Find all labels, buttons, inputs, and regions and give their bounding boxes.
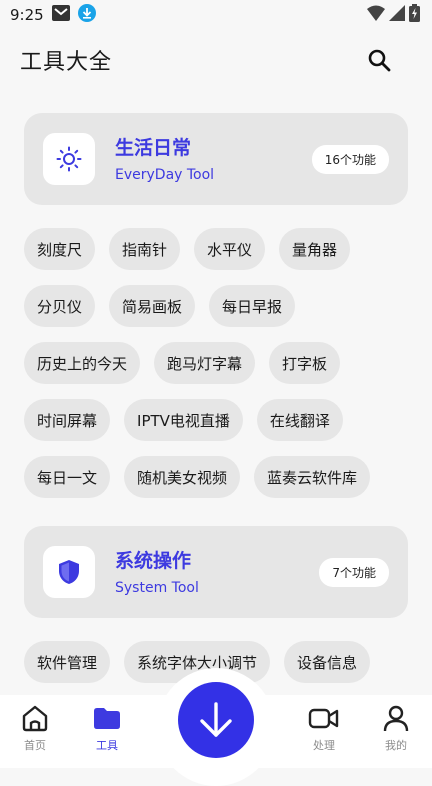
nav-label: 处理 <box>313 739 335 752</box>
download-notification-icon <box>77 4 96 26</box>
search-icon <box>368 49 391 72</box>
tool-chip-device-info[interactable]: 设备信息 <box>284 641 371 683</box>
tool-chip-marquee[interactable]: 跑马灯字幕 <box>154 342 256 384</box>
tool-chip-daily-article[interactable]: 每日一文 <box>24 456 111 498</box>
tool-chip-daily-news[interactable]: 每日早报 <box>209 285 296 327</box>
nav-label: 我的 <box>385 739 407 752</box>
tool-chip-translate[interactable]: 在线翻译 <box>256 399 343 441</box>
sun-icon <box>56 146 82 172</box>
category-card-everyday[interactable]: 生活日常 EveryDay Tool 16个功能 <box>24 113 408 205</box>
category-title: 系统操作 <box>115 550 192 572</box>
category-subtitle: EveryDay Tool <box>115 167 215 183</box>
nav-item-tools[interactable]: 工具 <box>77 703 137 753</box>
arrow-down-icon <box>200 702 232 737</box>
shield-icon <box>59 560 79 584</box>
download-fab-button[interactable] <box>178 682 254 758</box>
status-bar: 9:25 <box>0 0 432 30</box>
battery-icon <box>409 4 420 26</box>
folder-icon <box>94 708 120 729</box>
search-button[interactable] <box>366 47 392 73</box>
category-icon-box <box>43 133 95 185</box>
status-time: 9:25 <box>10 6 44 24</box>
mail-icon <box>51 5 70 25</box>
page-title: 工具大全 <box>20 50 113 75</box>
tool-chip-software-library[interactable]: 蓝奏云软件库 <box>254 456 371 498</box>
category-card-system[interactable]: 系统操作 System Tool 7个功能 <box>24 526 408 618</box>
tool-chip-protractor[interactable]: 量角器 <box>279 228 351 270</box>
nav-item-process[interactable]: 处理 <box>294 703 354 753</box>
tool-chip-iptv[interactable]: IPTV电视直播 <box>124 399 243 441</box>
tool-chip-decibel-meter[interactable]: 分贝仪 <box>24 285 96 327</box>
tool-chip-app-manager[interactable]: 软件管理 <box>24 641 111 683</box>
tool-chip-drawing-board[interactable]: 简易画板 <box>109 285 196 327</box>
category-title: 生活日常 <box>115 137 192 159</box>
tool-chip-level[interactable]: 水平仪 <box>194 228 266 270</box>
category-icon-box <box>43 546 95 598</box>
tool-chip-history-today[interactable]: 历史上的今天 <box>24 342 141 384</box>
header: 工具大全 <box>0 38 432 82</box>
nav-item-home[interactable]: 首页 <box>5 703 65 753</box>
tool-chip-time-screen[interactable]: 时间屏幕 <box>24 399 111 441</box>
video-camera-icon <box>308 708 339 729</box>
nav-label: 首页 <box>24 739 46 752</box>
wifi-icon <box>367 5 385 25</box>
tool-chip-ruler[interactable]: 刻度尺 <box>24 228 96 270</box>
category-subtitle: System Tool <box>115 580 199 596</box>
signal-icon <box>389 5 405 25</box>
tool-chip-compass[interactable]: 指南针 <box>109 228 181 270</box>
feature-count-badge: 16个功能 <box>311 145 389 174</box>
tool-chip-random-video[interactable]: 随机美女视频 <box>124 456 241 498</box>
home-icon <box>22 705 48 732</box>
nav-item-profile[interactable]: 我的 <box>366 703 426 753</box>
tool-chip-typing-board[interactable]: 打字板 <box>269 342 341 384</box>
everyday-tool-list: 刻度尺 指南针 水平仪 量角器 分贝仪 简易画板 每日早报 历史上的今天 跑马灯… <box>24 228 414 498</box>
feature-count-badge: 7个功能 <box>319 558 389 587</box>
user-icon <box>383 705 409 732</box>
nav-label: 工具 <box>96 739 118 752</box>
